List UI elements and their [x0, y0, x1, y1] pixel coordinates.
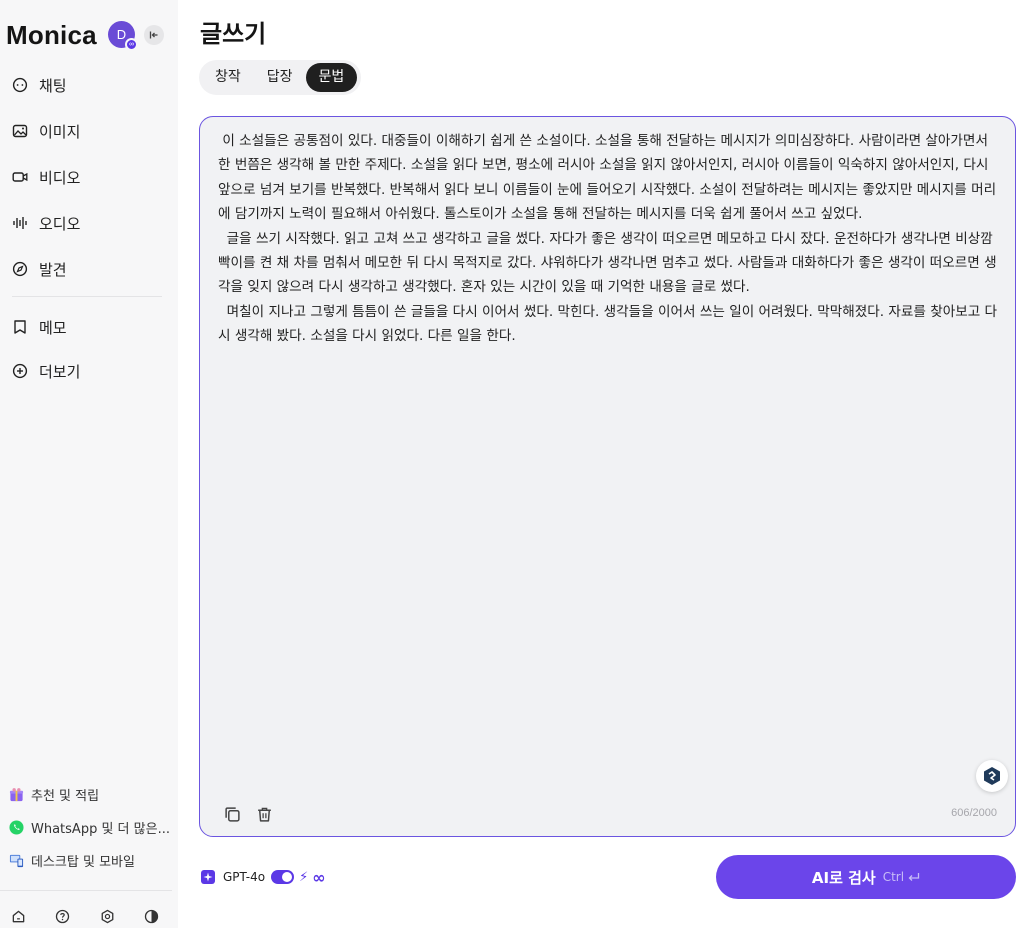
mode-tabs: 창작 답장 문법 — [199, 60, 361, 95]
infinity-icon: ∞ — [312, 867, 326, 887]
page-title: 글쓰기 — [200, 20, 267, 48]
character-count: 606/2000 — [951, 807, 997, 819]
ai-check-button[interactable]: AI로 검사 Ctrl — [716, 855, 1016, 899]
brand-row: Monica D ∞ — [6, 18, 176, 52]
sidebar-item-label: 비디오 — [39, 168, 81, 187]
sidebar-item-label: 발견 — [39, 260, 67, 279]
sidebar-item-video[interactable]: 비디오 — [0, 154, 178, 200]
model-name[interactable]: GPT-4o — [223, 870, 265, 884]
sidebar-lower-nav: 메모 더보기 — [0, 305, 178, 393]
nav-divider — [12, 296, 162, 297]
chat-bubble-icon — [11, 76, 29, 94]
help-icon[interactable] — [54, 908, 70, 924]
copy-button[interactable] — [221, 803, 243, 825]
gift-icon — [8, 787, 24, 803]
app-root: Monica D ∞ 채팅 이미지 비디오 오디오 발견 메모 더보기 추천 및… — [0, 0, 1021, 928]
video-icon — [11, 168, 29, 186]
sidebar-item-discover[interactable]: 발견 — [0, 246, 178, 292]
sidebar: Monica D ∞ 채팅 이미지 비디오 오디오 발견 메모 더보기 추천 및… — [0, 0, 178, 928]
tab-create[interactable]: 창작 — [202, 63, 254, 92]
whatsapp-link[interactable]: WhatsApp 및 더 많은... — [0, 811, 178, 844]
assistant-float-button[interactable] — [976, 760, 1008, 792]
sidebar-bottom-toolbar — [0, 902, 178, 928]
trash-icon — [257, 807, 271, 822]
sidebar-item-label: 더보기 — [39, 362, 81, 381]
home-icon[interactable] — [10, 908, 26, 924]
extra-label: 추천 및 적립 — [31, 789, 100, 804]
tab-reply[interactable]: 답장 — [254, 63, 306, 92]
desktop-mobile-link[interactable]: 데스크탑 및 모바일 — [0, 844, 178, 877]
audio-wave-icon — [11, 214, 29, 232]
collapse-sidebar-button[interactable] — [144, 25, 164, 45]
submit-label: AI로 검사 — [811, 868, 876, 887]
sidebar-item-label: 오디오 — [39, 214, 81, 233]
model-selector[interactable]: GPT-4o ⚡ ∞ — [201, 866, 326, 888]
sidebar-item-audio[interactable]: 오디오 — [0, 200, 178, 246]
extra-label: 데스크탑 및 모바일 — [31, 855, 135, 870]
clear-button[interactable] — [253, 803, 275, 825]
sidebar-item-more[interactable]: 더보기 — [0, 349, 178, 393]
image-icon — [11, 122, 29, 140]
sidebar-item-memo[interactable]: 메모 — [0, 305, 178, 349]
avatar-badge: ∞ — [125, 38, 138, 51]
sparkle-icon — [201, 870, 215, 884]
settings-icon[interactable] — [99, 908, 115, 924]
editor-textarea[interactable]: 이 소설들은 공통점이 있다. 대중들이 이해하기 쉽게 쓴 소설이다. 소설을… — [218, 129, 1000, 349]
bookmark-icon — [11, 318, 29, 336]
shortcut-hint: Ctrl — [883, 870, 920, 884]
sidebar-item-image[interactable]: 이미지 — [0, 108, 178, 154]
tab-grammar[interactable]: 문법 — [305, 63, 358, 92]
extra-label: WhatsApp 및 더 많은... — [31, 822, 170, 837]
theme-icon[interactable] — [143, 908, 159, 924]
devices-icon — [8, 853, 24, 869]
avatar[interactable]: D ∞ — [108, 21, 138, 51]
sidebar-item-label: 메모 — [39, 318, 67, 337]
shortcut-key: Ctrl — [882, 870, 905, 884]
avatar-letter: D — [116, 27, 127, 42]
collapse-left-icon — [149, 31, 158, 39]
compass-icon — [11, 260, 29, 278]
whatsapp-icon — [8, 820, 24, 836]
sidebar-extras: 추천 및 적립 WhatsApp 및 더 많은... 데스크탑 및 모바일 — [0, 778, 178, 877]
sidebar-item-label: 이미지 — [39, 122, 81, 141]
referral-link[interactable]: 추천 및 적립 — [0, 778, 178, 811]
enter-key-icon — [908, 872, 920, 881]
model-toggle[interactable] — [271, 870, 295, 884]
sidebar-item-label: 채팅 — [39, 76, 67, 95]
lightning-icon: ⚡ — [299, 869, 309, 885]
sidebar-item-chat[interactable]: 채팅 — [0, 62, 178, 108]
plus-circle-icon — [11, 362, 29, 380]
monica-logo-icon — [984, 767, 1000, 785]
sidebar-bottom-divider — [0, 890, 172, 891]
brand-logo[interactable]: Monica — [6, 18, 97, 52]
copy-icon — [224, 806, 240, 822]
sidebar-nav: 채팅 이미지 비디오 오디오 발견 메모 더보기 — [0, 62, 178, 393]
text-editor[interactable]: 이 소설들은 공통점이 있다. 대중들이 이해하기 쉽게 쓴 소설이다. 소설을… — [199, 116, 1016, 837]
